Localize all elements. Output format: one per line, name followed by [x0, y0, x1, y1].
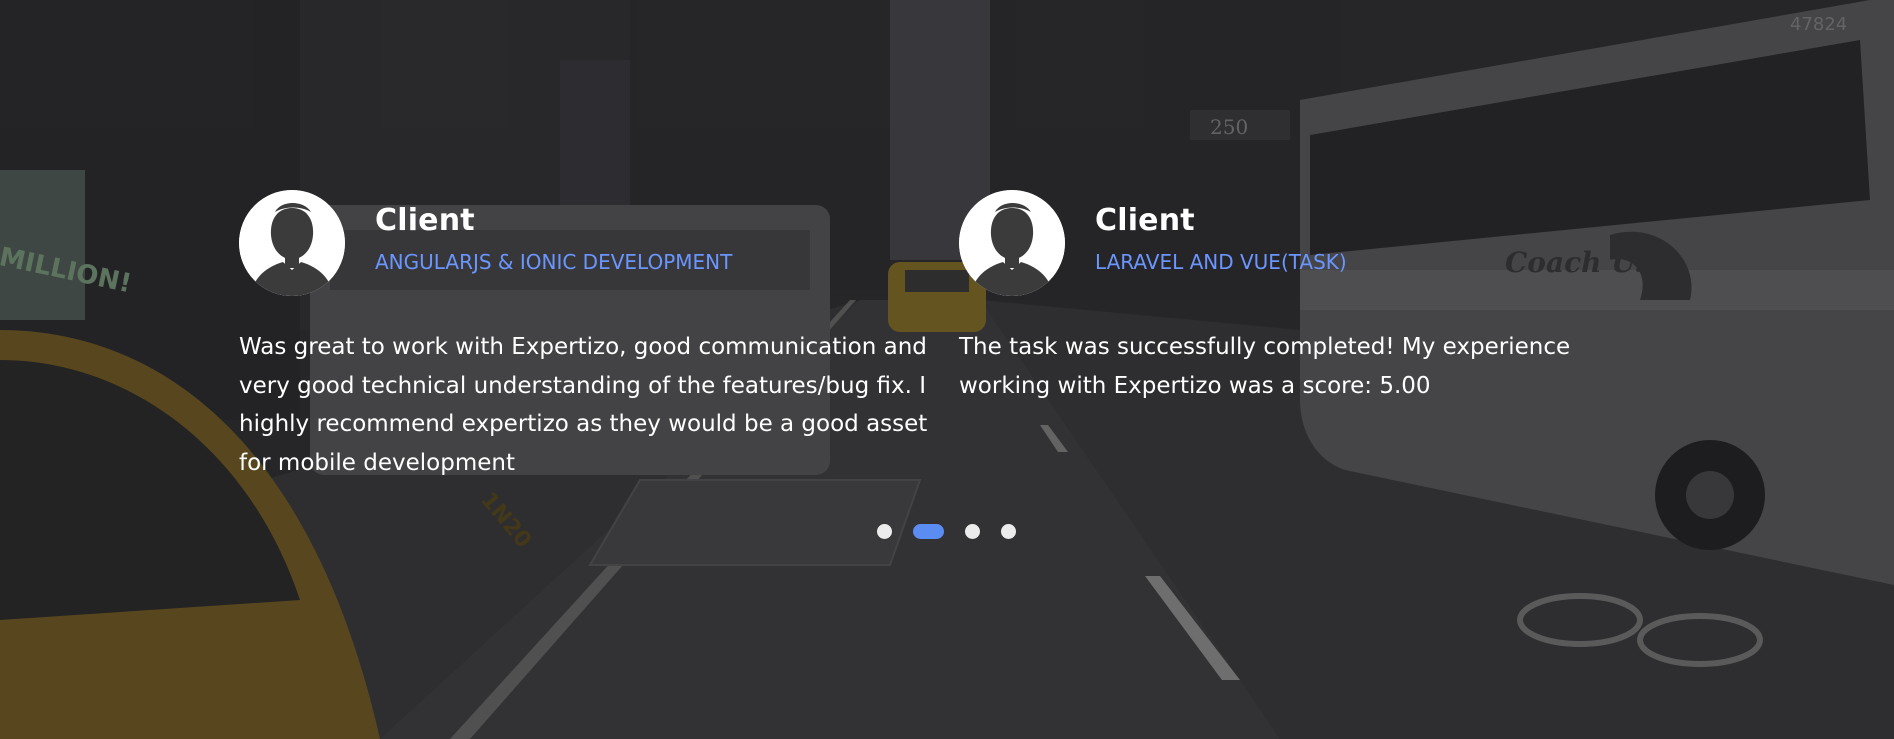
testimonial-meta: Client ANGULARJS & IONIC DEVELOPMENT	[375, 190, 733, 275]
client-name: Client	[375, 203, 475, 238]
user-silhouette-icon	[239, 190, 345, 296]
carousel-dot-3[interactable]	[965, 524, 980, 539]
testimonials-section: 250 1N20 MILLION! Coach USA 47824 Client…	[0, 0, 1894, 739]
testimonial-header: Client LARAVEL AND VUE(TASK)	[959, 190, 1649, 296]
project-title: LARAVEL AND VUE(TASK)	[1095, 250, 1347, 274]
user-silhouette-icon	[959, 190, 1065, 296]
carousel-dot-4[interactable]	[1001, 524, 1016, 539]
testimonial-header: Client ANGULARJS & IONIC DEVELOPMENT	[239, 190, 929, 296]
carousel-pagination	[877, 524, 1037, 539]
carousel-dot-2-active[interactable]	[913, 524, 944, 539]
testimonial-quote: Was great to work with Expertizo, good c…	[239, 334, 928, 476]
client-name: Client	[1095, 203, 1195, 238]
testimonial-meta: Client LARAVEL AND VUE(TASK)	[1095, 190, 1347, 275]
testimonial-quote: The task was successfully completed! My …	[959, 334, 1571, 399]
avatar	[959, 190, 1065, 296]
avatar	[239, 190, 345, 296]
project-title: ANGULARJS & IONIC DEVELOPMENT	[375, 250, 733, 274]
testimonial-card-2: Client LARAVEL AND VUE(TASK) The task wa…	[959, 190, 1649, 405]
carousel-dot-1[interactable]	[877, 524, 892, 539]
testimonial-card-1: Client ANGULARJS & IONIC DEVELOPMENT Was…	[239, 190, 929, 482]
